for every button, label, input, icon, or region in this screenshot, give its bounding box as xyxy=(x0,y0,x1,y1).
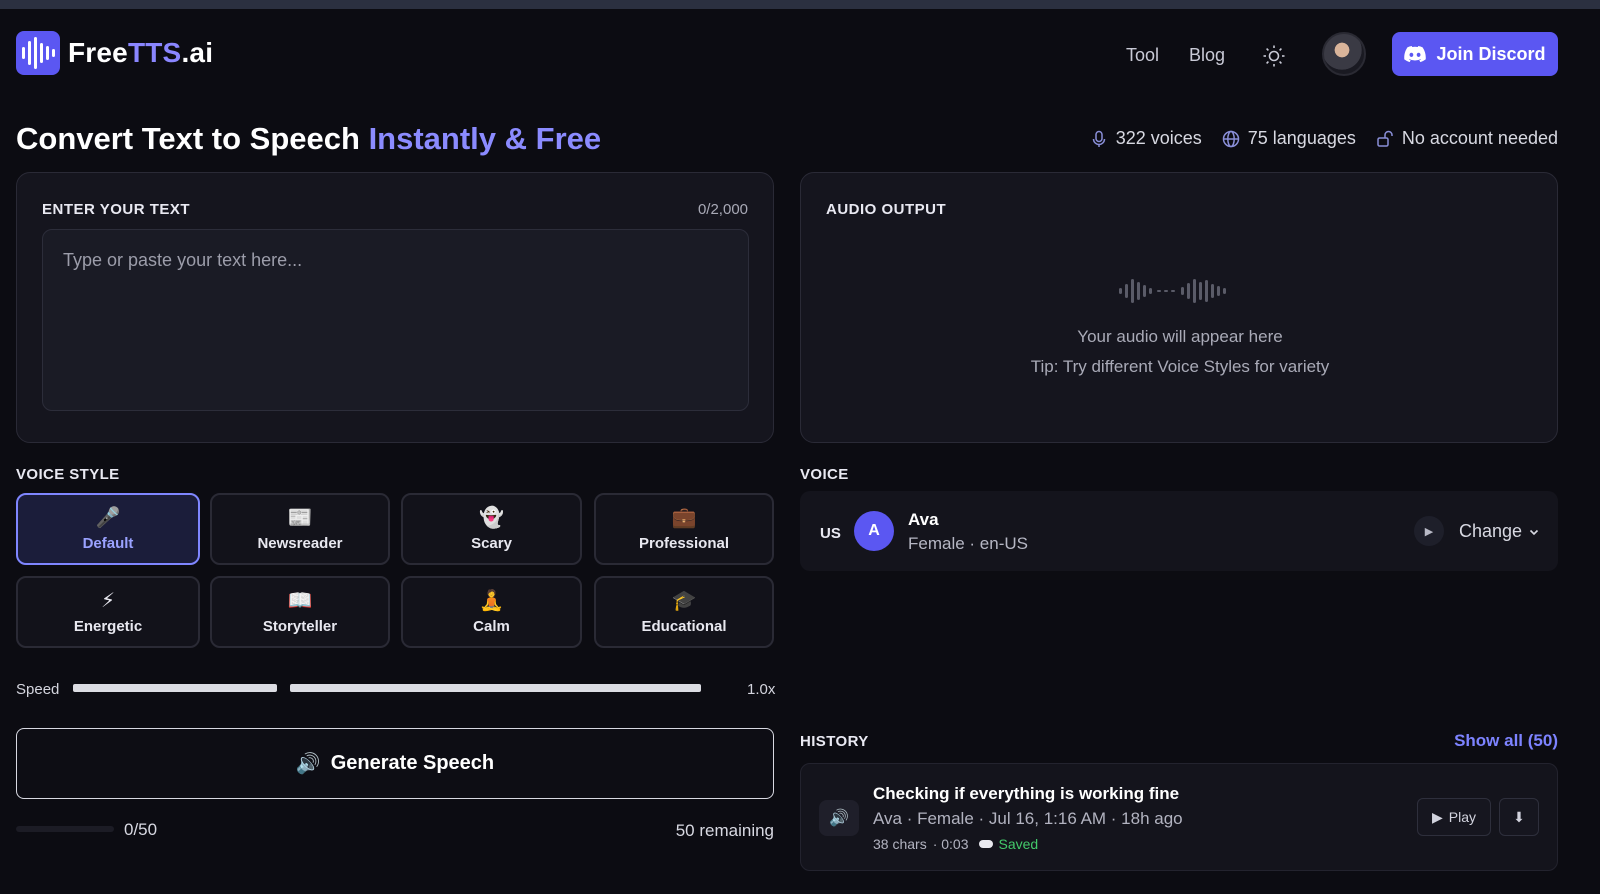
style-default-button[interactable]: 🎤 Default xyxy=(16,493,200,565)
audio-output-panel: AUDIO OUTPUT Your audio will appear here… xyxy=(800,172,1558,443)
audio-empty-message: Your audio will appear here xyxy=(1077,327,1283,346)
voice-label: VOICE xyxy=(800,466,849,483)
chevron-down-icon xyxy=(1529,529,1539,535)
lightning-icon: ⚡ xyxy=(100,589,116,612)
history-item: 🔊 Checking if everything is working fine… xyxy=(800,763,1558,871)
style-energetic-button[interactable]: ⚡ Energetic xyxy=(16,576,200,648)
logo-waveform-icon xyxy=(16,31,60,75)
audio-waveform-icon xyxy=(1119,279,1226,303)
history-item-meta: Ava · Female · Jul 16, 1:16 AM · 18h ago xyxy=(873,809,1183,828)
style-newsreader-button[interactable]: 📰 Newsreader xyxy=(210,493,390,565)
cloud-icon xyxy=(978,840,993,848)
audio-tip: Tip: Try different Voice Styles for vari… xyxy=(1030,357,1330,376)
text-input-panel: ENTER YOUR TEXT 0/2,000 xyxy=(16,172,774,443)
generate-speech-label: Generate Speech xyxy=(330,752,495,774)
history-label: HISTORY xyxy=(800,733,869,750)
user-avatar[interactable] xyxy=(1322,32,1366,76)
speed-slider-track-left[interactable] xyxy=(73,684,277,692)
show-all-history-link[interactable]: Show all (50) xyxy=(1454,731,1558,751)
character-count: 0/2,000 xyxy=(697,201,748,218)
meditation-icon: 🧘 xyxy=(479,589,504,612)
speaker-icon: 🔊 xyxy=(295,753,321,775)
stat-no-account: No account needed xyxy=(1376,128,1558,149)
stat-languages: 75 languages xyxy=(1222,128,1356,149)
generate-speech-button[interactable]: 🔊 Generate Speech xyxy=(16,728,774,799)
briefcase-icon: 💼 xyxy=(671,506,697,529)
ghost-icon: 👻 xyxy=(479,506,504,529)
header: FreeTTS.ai Tool Blog Join Discord xyxy=(0,9,1600,99)
style-professional-button[interactable]: 💼 Professional xyxy=(594,493,774,565)
voice-meta: Female · en-US xyxy=(908,534,1028,553)
voice-style-label: VOICE STYLE xyxy=(16,466,120,483)
microphone-icon: 🎤 xyxy=(95,506,121,529)
nav-tool-link[interactable]: Tool xyxy=(1126,45,1159,66)
microphone-icon xyxy=(1092,130,1105,147)
stat-voices: 322 voices xyxy=(1090,128,1202,149)
voice-change-button[interactable]: Change xyxy=(1459,521,1540,542)
newspaper-icon: 📰 xyxy=(287,506,313,529)
speed-label: Speed xyxy=(16,681,60,698)
play-icon: ▶ xyxy=(1431,808,1443,825)
audio-output-label: AUDIO OUTPUT xyxy=(826,201,947,218)
join-discord-button[interactable]: Join Discord xyxy=(1392,32,1558,76)
unlock-icon xyxy=(1377,130,1393,147)
history-item-title: Checking if everything is working fine xyxy=(873,784,1180,803)
style-calm-button[interactable]: 🧘 Calm xyxy=(401,576,582,648)
globe-icon xyxy=(1222,130,1240,147)
speed-slider-track-right[interactable] xyxy=(290,684,701,692)
stats-bar: 322 voices 75 languages No account neede… xyxy=(1090,128,1558,149)
style-educational-button[interactable]: 🎓 Educational xyxy=(594,576,774,648)
history-play-button[interactable]: ▶ Play xyxy=(1417,798,1491,836)
usage-remaining: 50 remaining xyxy=(675,821,774,840)
style-scary-button[interactable]: 👻 Scary xyxy=(401,493,582,565)
voice-avatar: A xyxy=(854,511,894,551)
voice-selector-card[interactable]: US A Ava Female · en-US ▶ Change xyxy=(800,491,1558,571)
page-title: Convert Text to Speech Instantly & Free xyxy=(16,121,602,156)
voice-preview-play-icon[interactable]: ▶ xyxy=(1414,516,1444,546)
text-input[interactable] xyxy=(42,229,749,411)
join-discord-label: Join Discord xyxy=(1436,43,1546,64)
top-strip xyxy=(0,0,1600,9)
voice-name: Ava xyxy=(908,510,939,529)
speed-value: 1.0x xyxy=(747,681,776,698)
discord-icon xyxy=(1404,45,1427,62)
history-item-details: 38 chars · 0:03 Saved xyxy=(873,836,1038,852)
history-item-duration: · 0:03 xyxy=(932,836,969,852)
history-item-chars: 38 chars xyxy=(873,836,927,852)
speaker-icon: 🔊 xyxy=(819,800,859,836)
page-title-highlight: Instantly & Free xyxy=(368,121,602,156)
book-icon: 📖 xyxy=(287,589,313,612)
graduation-cap-icon: 🎓 xyxy=(671,589,697,612)
text-input-label: ENTER YOUR TEXT xyxy=(42,201,191,218)
logo-text: FreeTTS.ai xyxy=(68,37,214,68)
usage-progress-bar xyxy=(16,826,114,832)
download-icon: ⬇ xyxy=(1513,808,1525,825)
nav-blog-link[interactable]: Blog xyxy=(1189,45,1225,66)
history-item-status: Saved xyxy=(998,836,1039,852)
style-storyteller-button[interactable]: 📖 Storyteller xyxy=(210,576,390,648)
usage-count: 0/50 xyxy=(124,820,158,839)
history-download-button[interactable]: ⬇ xyxy=(1499,798,1539,836)
logo[interactable]: FreeTTS.ai xyxy=(16,31,213,75)
sun-icon[interactable] xyxy=(1262,44,1286,68)
voice-country-code: US xyxy=(820,525,841,542)
